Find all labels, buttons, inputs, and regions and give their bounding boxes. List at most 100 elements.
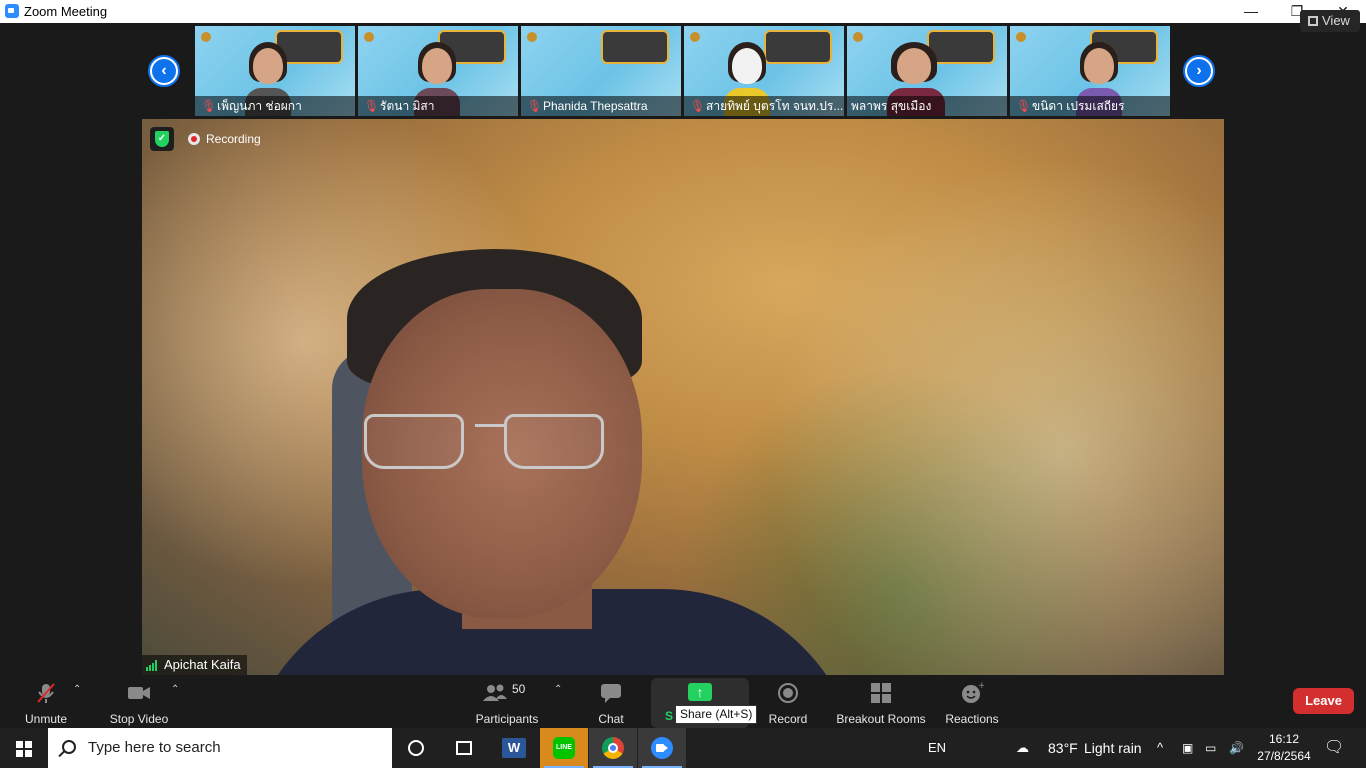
word-icon: W <box>502 738 526 758</box>
mic-muted-icon: 🎙 <box>690 99 706 113</box>
search-placeholder: Type here to search <box>88 739 221 756</box>
show-hidden-icons-chevron-icon[interactable]: ^ <box>1157 728 1163 768</box>
gallery-next-button[interactable]: › <box>1183 55 1215 87</box>
zoom-icon <box>651 737 673 759</box>
logo-icon <box>1016 32 1026 42</box>
meet-now-icon[interactable]: ▣ <box>1182 728 1193 768</box>
task-view-button[interactable] <box>440 728 488 768</box>
video-options-caret[interactable]: ⌃ <box>171 684 179 695</box>
reactions-button[interactable]: + Reactions <box>942 676 1002 728</box>
participants-options-caret[interactable]: ⌃ <box>554 684 562 695</box>
participant-tile[interactable]: พลาพร สุขเมือง <box>847 26 1007 116</box>
participant-tile[interactable]: รัตนา มิสา 🎙 <box>358 26 518 116</box>
leave-button[interactable]: Leave <box>1293 688 1354 714</box>
participant-tile[interactable]: Phanida Thepsattra 🎙 <box>521 26 681 116</box>
participant-name: รัตนา มิสา <box>358 96 518 116</box>
logo-icon <box>201 32 211 42</box>
security-shield-icon[interactable]: ✓ <box>150 127 174 151</box>
task-view-icon <box>456 741 472 755</box>
participant-tile[interactable]: สายทิพย์ บุตรโท จนท.ปร... 🎙 <box>684 26 844 116</box>
stop-video-label: Stop Video <box>109 712 169 726</box>
chevron-left-icon: ‹ <box>152 59 176 83</box>
record-icon <box>776 682 800 704</box>
mic-muted-icon: 🎙 <box>527 99 543 113</box>
clock-date: 27/8/2564 <box>1257 749 1311 763</box>
temperature[interactable]: 83°F <box>1048 728 1078 768</box>
speaker-name: Apichat Kaifa <box>164 657 241 672</box>
participant-count: 50 <box>512 682 526 696</box>
weather-condition[interactable]: Light rain <box>1084 728 1142 768</box>
participant-name: พลาพร สุขเมือง <box>847 96 1007 116</box>
view-label: View <box>1322 13 1350 28</box>
window-titlebar: Zoom Meeting — ❐ ✕ <box>0 0 1366 23</box>
unmute-button[interactable]: Unmute <box>18 676 74 728</box>
svg-text:+: + <box>978 682 984 691</box>
cortana-button[interactable] <box>392 728 440 768</box>
share-label: S <box>665 709 674 723</box>
view-button[interactable]: View <box>1300 10 1360 32</box>
minimize-button[interactable]: — <box>1228 0 1274 23</box>
mic-muted-icon: 🎙 <box>1016 99 1032 113</box>
participant-tile[interactable]: เพ็ญนภา ช่อผกา 🎙 <box>195 26 355 116</box>
taskbar-search-box[interactable]: Type here to search <box>48 728 392 768</box>
event-banner <box>601 30 669 64</box>
mic-muted-icon: 🎙 <box>364 99 380 113</box>
zoom-app-button[interactable] <box>638 728 686 768</box>
line-icon: LINE <box>553 737 575 759</box>
recording-label: Recording <box>206 132 261 146</box>
cortana-icon <box>408 740 424 756</box>
input-language[interactable]: EN <box>928 728 946 768</box>
clock-time: 16:12 <box>1268 732 1300 746</box>
mic-muted-icon <box>34 682 58 704</box>
gallery-prev-button[interactable]: ‹ <box>148 55 180 87</box>
logo-icon <box>527 32 537 42</box>
weather-cloud-icon: ☁ <box>1016 740 1029 755</box>
participant-tile[interactable]: ขนิดา เปรมเสถียร 🎙 <box>1010 26 1170 116</box>
volume-icon[interactable]: 🔊 <box>1229 728 1244 768</box>
notifications-icon[interactable]: 🗨 <box>1324 728 1344 768</box>
reactions-label: Reactions <box>945 712 999 726</box>
logo-icon <box>853 32 863 42</box>
word-app-button[interactable]: W <box>490 728 538 768</box>
share-arrow-icon: ↑ <box>688 683 712 701</box>
windows-start-button[interactable] <box>0 728 48 768</box>
active-speaker-video <box>142 119 1224 675</box>
zoom-app-icon <box>5 4 19 18</box>
unmute-label: Unmute <box>24 712 68 726</box>
logo-icon <box>364 32 374 42</box>
window-title: Zoom Meeting <box>24 4 108 19</box>
mic-muted-icon: 🎙 <box>201 99 217 113</box>
battery-icon[interactable]: ▭ <box>1205 728 1216 768</box>
smiley-plus-icon: + <box>960 681 986 704</box>
line-app-button[interactable]: LINE <box>540 728 588 768</box>
chat-icon <box>599 682 623 704</box>
participant-name: ขนิดา เปรมเสถียร <box>1010 96 1170 116</box>
participant-name: สายทิพย์ บุตรโท จนท.ปร... <box>684 96 844 116</box>
breakout-rooms-icon <box>869 682 893 704</box>
participants-button[interactable]: 50 Participants <box>472 676 542 728</box>
participant-name: เพ็ญนภา ช่อผกา <box>195 96 355 116</box>
record-dot-icon <box>188 133 200 145</box>
speaker-name-tag: Apichat Kaifa <box>142 655 247 675</box>
stop-video-button[interactable]: Stop Video <box>106 676 172 728</box>
share-tooltip: Share (Alt+S) <box>675 705 758 724</box>
record-label: Record <box>768 712 808 726</box>
breakout-rooms-button[interactable]: Breakout Rooms <box>834 676 928 728</box>
audio-options-caret[interactable]: ⌃ <box>73 684 81 695</box>
grid-view-icon <box>1308 16 1318 26</box>
signal-bars-icon <box>146 660 160 671</box>
search-icon <box>62 740 76 754</box>
participants-label: Participants <box>475 712 539 726</box>
chat-label: Chat <box>598 712 624 726</box>
participants-icon: 50 <box>482 682 532 704</box>
recording-indicator[interactable]: Recording <box>186 131 261 147</box>
event-banner <box>764 30 832 64</box>
record-button[interactable]: Record <box>760 676 816 728</box>
breakout-rooms-label: Breakout Rooms <box>836 712 926 726</box>
participant-name: Phanida Thepsattra <box>521 96 681 116</box>
taskbar-clock[interactable]: 16:12 27/8/2564 <box>1248 731 1320 767</box>
chrome-icon <box>602 737 624 759</box>
chat-button[interactable]: Chat <box>590 676 632 728</box>
chrome-app-button[interactable] <box>589 728 637 768</box>
video-camera-icon <box>127 682 151 704</box>
